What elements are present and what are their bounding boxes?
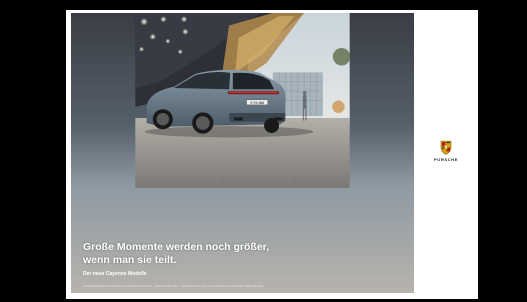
building-canopy: S·PA 666 — [135, 13, 351, 188]
brand-logo: PORSCHE — [421, 140, 471, 170]
porsche-wordmark: PORSCHE — [434, 157, 458, 162]
ad-subheadline: Der neue Cayenne Modelle — [83, 271, 147, 277]
ad-fine-print: Kraftstoffverbrauch (in l/100 km) innero… — [83, 284, 264, 288]
ad-photo: S·PA 666 Große Momente werden noch größe… — [71, 13, 414, 293]
ad-page: S·PA 666 Große Momente werden noch größe… — [66, 10, 478, 299]
headline-line-2: wenn man sie teilt. — [83, 254, 177, 266]
headline-line-1: Große Momente werden noch größer, — [83, 241, 270, 253]
ad-headline: Große Momente werden noch größer, wenn m… — [83, 241, 403, 267]
license-plate: S·PA 666 — [250, 101, 264, 105]
porsche-crest-icon — [440, 140, 452, 155]
